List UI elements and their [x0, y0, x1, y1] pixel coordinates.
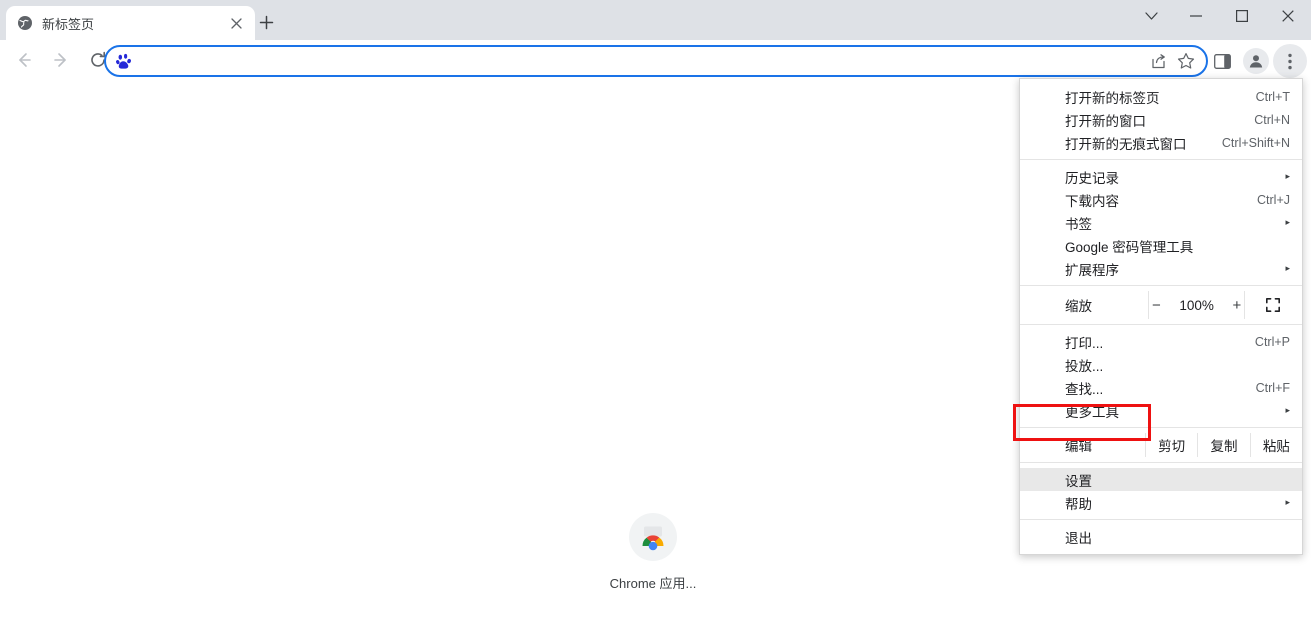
menu-separator — [1020, 427, 1302, 428]
browser-tab[interactable]: 新标签页 — [6, 6, 255, 40]
menu-item-bookmarks[interactable]: 书签 ▸ — [1020, 211, 1302, 234]
menu-item-accel: Ctrl+T — [1255, 89, 1290, 104]
menu-item-label: 书签 — [1065, 216, 1092, 232]
menu-item-label: 下载内容 — [1065, 193, 1119, 209]
menu-row-zoom: 缩放 − 100% + — [1020, 291, 1302, 319]
menu-item-label: 帮助 — [1065, 496, 1092, 512]
menu-item-find[interactable]: 查找... Ctrl+F — [1020, 376, 1302, 399]
shortcut-chrome-apps[interactable]: Chrome 应用... — [597, 513, 709, 592]
tab-search-button[interactable] — [1129, 0, 1173, 32]
menu-item-label: 查找... — [1065, 381, 1104, 397]
chevron-right-icon: ▸ — [1285, 263, 1290, 273]
globe-icon — [17, 15, 33, 31]
menu-item-cast[interactable]: 投放... — [1020, 353, 1302, 376]
menu-item-accel: Ctrl+F — [1255, 380, 1290, 395]
menu-item-label: 打开新的标签页 — [1065, 90, 1160, 106]
close-button[interactable] — [1265, 0, 1311, 32]
cut-button[interactable]: 剪切 — [1145, 433, 1197, 457]
chrome-main-menu: 打开新的标签页 Ctrl+T 打开新的窗口 Ctrl+N 打开新的无痕式窗口 C… — [1019, 78, 1303, 555]
menu-separator — [1020, 324, 1302, 325]
menu-item-new-incognito-window[interactable]: 打开新的无痕式窗口 Ctrl+Shift+N — [1020, 131, 1302, 154]
zoom-level-value: 100% — [1179, 297, 1214, 313]
zoom-label: 缩放 — [1065, 299, 1092, 314]
zoom-in-button[interactable]: + — [1230, 297, 1244, 314]
menu-item-print[interactable]: 打印... Ctrl+P — [1020, 330, 1302, 353]
chevron-right-icon: ▸ — [1285, 497, 1290, 507]
menu-item-label: 打印... — [1065, 335, 1104, 351]
menu-item-accel: Ctrl+N — [1254, 112, 1290, 127]
browser-window: 新标签页 Chrome 应用... 打开新的标签页 Ctrl+T 打开新的窗口 … — [0, 0, 1311, 640]
address-bar[interactable] — [104, 45, 1208, 77]
edit-label: 编辑 — [1065, 439, 1092, 454]
menu-item-settings[interactable]: 设置 — [1020, 468, 1302, 491]
menu-item-accel: Ctrl+J — [1257, 192, 1290, 207]
menu-item-label: 更多工具 — [1065, 404, 1119, 420]
fullscreen-icon[interactable] — [1243, 291, 1302, 319]
tab-close-icon[interactable] — [225, 12, 247, 34]
menu-separator — [1020, 519, 1302, 520]
menu-item-extensions[interactable]: 扩展程序 ▸ — [1020, 257, 1302, 280]
back-button[interactable] — [8, 44, 40, 76]
menu-item-label: 扩展程序 — [1065, 262, 1119, 278]
menu-separator — [1020, 462, 1302, 463]
window-controls — [1129, 0, 1311, 32]
menu-item-label: 打开新的窗口 — [1065, 113, 1146, 129]
menu-item-accel: Ctrl+P — [1254, 334, 1290, 349]
menu-item-history[interactable]: 历史记录 ▸ — [1020, 165, 1302, 188]
toolbar-right-actions — [1205, 44, 1307, 78]
share-icon[interactable] — [1144, 47, 1172, 75]
menu-item-label: Google 密码管理工具 — [1065, 239, 1194, 255]
address-input[interactable] — [144, 51, 1144, 71]
menu-item-label: 打开新的无痕式窗口 — [1065, 136, 1187, 152]
star-icon[interactable] — [1172, 47, 1200, 75]
omnibox-actions — [1144, 47, 1200, 75]
tab-title: 新标签页 — [42, 16, 95, 32]
menu-item-exit[interactable]: 退出 — [1020, 525, 1302, 548]
menu-separator — [1020, 159, 1302, 160]
menu-row-edit: 编辑 剪切 复制 粘贴 — [1020, 433, 1302, 457]
menu-item-label: 历史记录 — [1065, 170, 1119, 186]
menu-item-downloads[interactable]: 下载内容 Ctrl+J — [1020, 188, 1302, 211]
chrome-apps-icon — [629, 513, 677, 561]
new-tab-button[interactable] — [251, 8, 281, 36]
menu-item-accel: Ctrl+Shift+N — [1221, 135, 1290, 150]
menu-item-more-tools[interactable]: 更多工具 ▸ — [1020, 399, 1302, 422]
maximize-button[interactable] — [1219, 0, 1265, 32]
chevron-right-icon: ▸ — [1285, 217, 1290, 227]
avatar-circle — [1243, 48, 1269, 74]
avatar[interactable] — [1239, 44, 1273, 78]
copy-button[interactable]: 复制 — [1197, 433, 1249, 457]
menu-item-password-manager[interactable]: Google 密码管理工具 — [1020, 234, 1302, 257]
menu-separator — [1020, 285, 1302, 286]
chevron-right-icon: ▸ — [1285, 171, 1290, 181]
chevron-right-icon: ▸ — [1285, 405, 1290, 415]
forward-button[interactable] — [45, 44, 77, 76]
menu-item-label: 设置 — [1065, 473, 1092, 489]
zoom-out-button[interactable]: − — [1149, 297, 1163, 314]
paste-button[interactable]: 粘贴 — [1249, 433, 1302, 457]
three-dot-menu-icon[interactable] — [1273, 44, 1307, 78]
menu-item-label: 退出 — [1065, 530, 1092, 546]
menu-item-label: 投放... — [1065, 358, 1104, 374]
shortcut-label: Chrome 应用... — [609, 576, 697, 591]
baidu-paw-icon — [115, 52, 133, 70]
menu-item-new-tab[interactable]: 打开新的标签页 Ctrl+T — [1020, 85, 1302, 108]
minimize-button[interactable] — [1173, 0, 1219, 32]
menu-item-new-window[interactable]: 打开新的窗口 Ctrl+N — [1020, 108, 1302, 131]
menu-item-help[interactable]: 帮助 ▸ — [1020, 491, 1302, 514]
zoom-controls: − 100% + — [1148, 291, 1244, 319]
tab-strip: 新标签页 — [0, 0, 1311, 40]
side-panel-icon[interactable] — [1205, 44, 1239, 78]
